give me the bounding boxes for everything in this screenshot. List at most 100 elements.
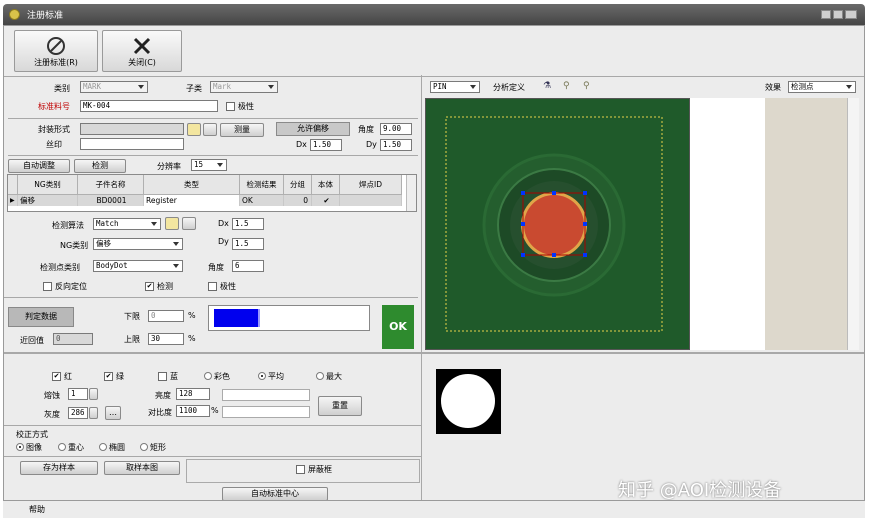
score-bar <box>208 305 370 331</box>
cell-ng[interactable]: 偏移 <box>18 195 78 206</box>
maximize-button[interactable] <box>833 10 843 19</box>
cell-pad[interactable] <box>340 195 402 206</box>
ng-type-label: NG类别 <box>60 241 89 250</box>
component-grid[interactable]: NG类别 子件名称 类型 检测结果 分组 本体 焊点ID ▶ 偏移 BD0001… <box>7 174 417 212</box>
angle-label: 角度 <box>358 125 374 134</box>
package-label: 封装形式 <box>38 125 70 134</box>
status-bar: 帮助 <box>3 500 865 518</box>
dx-input[interactable]: 1.50 <box>310 139 342 151</box>
correction-rect-radio[interactable] <box>140 443 148 451</box>
take-image-button[interactable]: 取样本图 <box>104 461 180 475</box>
check-checkbox[interactable]: ✔ <box>145 282 154 291</box>
green-checkbox[interactable]: ✔ <box>104 372 113 381</box>
analysis-tool-icon[interactable]: ⚗ <box>543 81 555 93</box>
contrast-label: 对比度 <box>148 408 172 417</box>
brightness-slider[interactable] <box>222 389 310 401</box>
auto-center-button[interactable]: 自动标准中心 <box>222 487 328 501</box>
cell-name[interactable]: BD0001 <box>78 195 144 206</box>
brightness-input[interactable]: 128 <box>176 388 210 400</box>
effect-label: 效果 <box>765 83 781 92</box>
correction-title: 校正方式 <box>16 430 48 439</box>
app-icon <box>9 9 20 20</box>
cell-type[interactable]: Register <box>144 195 240 206</box>
algo-locate-button[interactable] <box>182 217 196 230</box>
chevron-down-icon <box>151 222 157 226</box>
reverse-label: 反向定位 <box>55 282 87 291</box>
binary-circle-svg <box>441 374 495 428</box>
pcb-image[interactable] <box>425 98 690 350</box>
close-button[interactable]: 关闭(C) <box>102 30 182 72</box>
detect-angle-input[interactable]: 6 <box>232 260 264 272</box>
algo-select[interactable]: Match <box>93 218 161 230</box>
watermark: 知乎 @AOI检测设备 <box>618 480 782 501</box>
correction-ellipse-radio[interactable] <box>99 443 107 451</box>
minimize-button[interactable] <box>821 10 831 19</box>
save-sample-button[interactable]: 存为样本 <box>20 461 98 475</box>
contrast-input[interactable]: 1100 <box>176 405 210 417</box>
register-button[interactable]: 注册标准(R) <box>14 30 98 72</box>
ng-type-select[interactable]: 偏移 <box>93 238 183 250</box>
zoom-out-icon[interactable]: ⚲ <box>583 81 595 93</box>
grid-scrollbar[interactable] <box>406 175 416 211</box>
erode-input[interactable]: 1 <box>68 388 88 400</box>
pick-icon-button[interactable] <box>187 123 201 136</box>
close-icon <box>133 37 151 55</box>
dy-input[interactable]: 1.50 <box>380 139 412 151</box>
upper-pct: % <box>188 334 196 343</box>
near-input[interactable]: 0 <box>53 333 93 345</box>
detect-polarity-label: 极性 <box>220 282 236 291</box>
average-radio[interactable] <box>258 372 266 380</box>
color-mode-radio[interactable] <box>204 372 212 380</box>
green-label: 绿 <box>116 372 124 381</box>
pin-select[interactable]: PIN <box>430 81 480 93</box>
cell-result[interactable]: OK <box>240 195 284 206</box>
zoom-in-icon[interactable]: ⚲ <box>563 81 575 93</box>
resolution-select[interactable]: 15 <box>191 159 227 171</box>
correction-image-radio[interactable] <box>16 443 24 451</box>
allow-offset-label: 允许偏移 <box>276 122 350 136</box>
image-scrollbar[interactable] <box>847 98 859 350</box>
detect-dx-input[interactable]: 1.5 <box>232 218 264 230</box>
ok-indicator: OK <box>382 305 414 349</box>
reset-button[interactable]: 重置 <box>318 396 362 416</box>
correction-center-radio[interactable] <box>58 443 66 451</box>
package-input[interactable] <box>80 123 184 135</box>
dx-label: Dx <box>296 140 307 149</box>
contrast-unit: % <box>211 406 219 415</box>
reverse-checkbox[interactable] <box>43 282 52 291</box>
cell-body[interactable]: ✔ <box>312 195 340 206</box>
gray-input[interactable]: 286 <box>68 407 88 419</box>
upper-input[interactable]: 30 <box>148 333 184 345</box>
max-radio[interactable] <box>316 372 324 380</box>
subcategory-select[interactable]: Mark <box>210 81 278 93</box>
contrast-slider[interactable] <box>222 406 310 418</box>
col-group: 分组 <box>284 175 312 195</box>
angle-input[interactable]: 9.00 <box>380 123 412 135</box>
measure-button[interactable]: 测量 <box>220 123 264 137</box>
silk-input[interactable] <box>80 138 184 150</box>
close-window-button[interactable] <box>845 10 857 19</box>
lower-input[interactable]: 0 <box>148 310 184 322</box>
polarity-checkbox[interactable] <box>226 102 235 111</box>
erode-spin-button[interactable] <box>89 388 98 400</box>
cell-group[interactable]: 0 <box>284 195 312 206</box>
detect-polarity-checkbox[interactable] <box>208 282 217 291</box>
detect-dy-input[interactable]: 1.5 <box>232 238 264 250</box>
screen-checkbox[interactable] <box>296 465 305 474</box>
silk-label: 丝印 <box>46 140 62 149</box>
algo-settings-button[interactable] <box>165 217 179 230</box>
gray-spin-button[interactable] <box>89 407 98 419</box>
row-indicator: ▶ <box>8 195 18 206</box>
average-label: 平均 <box>268 372 284 381</box>
gray-more-button[interactable]: … <box>105 406 121 420</box>
help-label[interactable]: 帮助 <box>29 504 45 515</box>
red-checkbox[interactable]: ✔ <box>52 372 61 381</box>
blue-checkbox[interactable] <box>158 372 167 381</box>
detect-button[interactable]: 检测 <box>74 159 126 173</box>
category-select[interactable]: MARK <box>80 81 148 93</box>
point-type-select[interactable]: BodyDot <box>93 260 183 272</box>
locate-icon-button[interactable] <box>203 123 217 136</box>
effect-select[interactable]: 检测点 <box>788 81 856 93</box>
auto-adjust-button[interactable]: 自动调整 <box>8 159 70 173</box>
part-no-input[interactable]: MK-004 <box>80 100 218 112</box>
